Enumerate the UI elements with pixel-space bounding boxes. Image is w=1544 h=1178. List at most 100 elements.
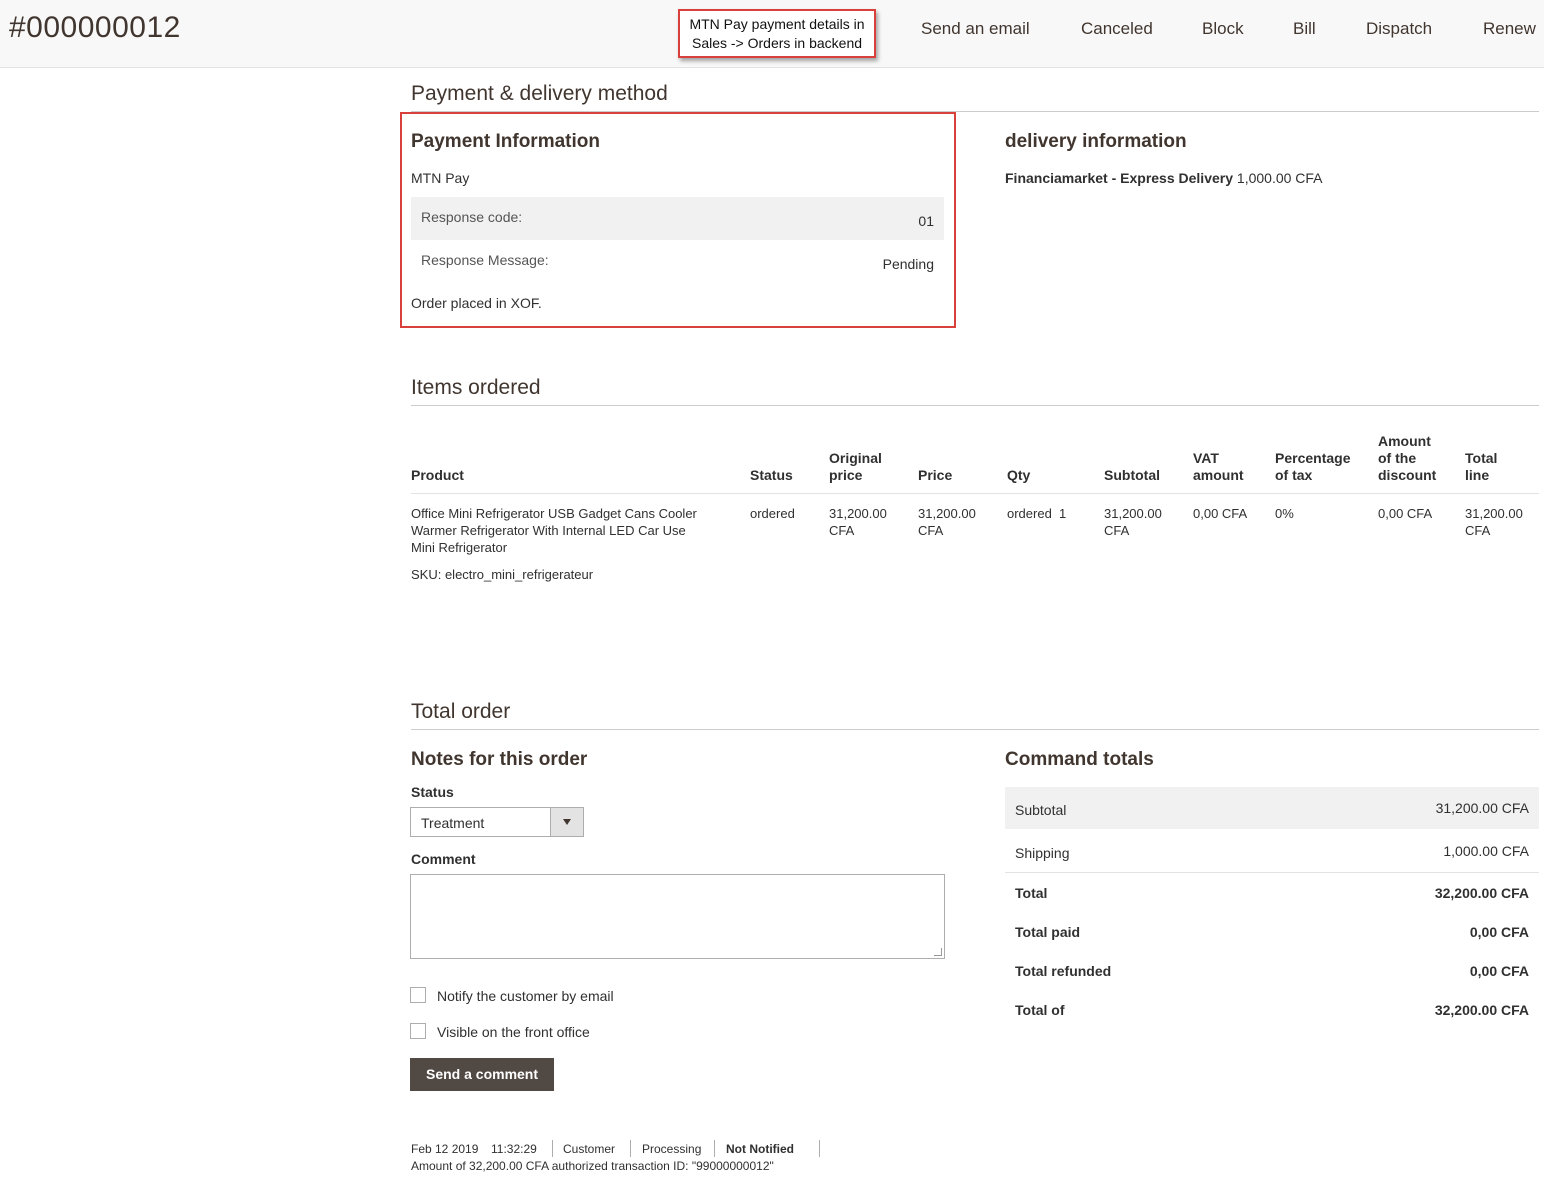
delivery-method: Financiamarket - Express Delivery <box>1005 170 1234 186</box>
totals-subtotal-row: Subtotal 31,200.00 CFA <box>1005 787 1539 829</box>
col-header-tax-pct: Percentage of tax <box>1275 450 1350 484</box>
resize-handle-icon[interactable] <box>934 948 942 956</box>
totals-total-label: Total <box>1015 885 1048 901</box>
col-header-discount-line3: discount <box>1378 467 1437 483</box>
item-total-currency: CFA <box>1465 523 1491 538</box>
item-original-price-currency: CFA <box>829 523 855 538</box>
response-message-label: Response Message: <box>421 252 549 268</box>
status-select-value: Treatment <box>421 815 485 831</box>
order-id-title: #000000012 <box>9 11 181 44</box>
history-separator <box>552 1140 553 1157</box>
product-name: Office Mini Refrigerator USB Gadget Cans… <box>411 505 697 556</box>
col-header-status: Status <box>750 467 793 483</box>
bill-button[interactable]: Bill <box>1293 19 1316 39</box>
item-price-currency: CFA <box>918 523 944 538</box>
table-header-divider <box>411 493 1539 494</box>
response-code-row: Response code: 01 <box>411 197 944 240</box>
comment-textarea[interactable] <box>410 874 945 959</box>
chevron-down-icon[interactable] <box>550 808 583 836</box>
col-header-tax-pct-line1: Percentage <box>1275 450 1351 466</box>
totals-subtotal-value: 31,200.00 CFA <box>1435 800 1529 816</box>
item-total-amount: 31,200.00 <box>1465 506 1523 521</box>
item-subtotal-amount: 31,200.00 <box>1104 506 1162 521</box>
item-subtotal: 31,200.00 CFA <box>1104 505 1162 539</box>
visible-front-label[interactable]: Visible on the front office <box>437 1024 590 1040</box>
col-header-discount: Amount of the discount <box>1378 433 1436 484</box>
annotation-callout: MTN Pay payment details in Sales -> Orde… <box>678 9 876 58</box>
col-header-subtotal: Subtotal <box>1104 467 1160 483</box>
renew-button[interactable]: Renew <box>1483 19 1536 39</box>
notify-customer-label[interactable]: Notify the customer by email <box>437 988 614 1004</box>
totals-total-row: Total 32,200.00 CFA <box>1005 876 1539 912</box>
total-order-section-title: Total order <box>411 700 511 723</box>
col-header-total-line2: line <box>1465 467 1490 483</box>
callout-line-1: MTN Pay payment details in <box>689 16 865 32</box>
cancel-button[interactable]: Canceled <box>1081 19 1153 39</box>
col-header-vat-line2: amount <box>1193 467 1244 483</box>
totals-paid-value: 0,00 CFA <box>1469 924 1529 940</box>
history-message: Amount of 32,200.00 CFA authorized trans… <box>411 1159 774 1173</box>
response-code-value: 01 <box>918 213 934 229</box>
history-separator <box>819 1140 820 1157</box>
item-vat: 0,00 CFA <box>1193 506 1248 521</box>
command-totals-title: Command totals <box>1005 749 1154 770</box>
payment-method: MTN Pay <box>411 170 470 186</box>
send-comment-button[interactable]: Send a comment <box>410 1058 554 1091</box>
currency-note: Order placed in XOF. <box>411 295 542 311</box>
item-subtotal-currency: CFA <box>1104 523 1130 538</box>
totals-due-value: 32,200.00 CFA <box>1434 1002 1529 1018</box>
status-select[interactable]: Treatment <box>410 807 584 837</box>
product-name-line3: Mini Refrigerator <box>411 540 508 555</box>
history-time: 11:32:29 <box>491 1142 537 1156</box>
item-price: 31,200.00 CFA <box>918 505 976 539</box>
history-notified: Not Notified <box>726 1142 794 1156</box>
totals-refunded-row: Total refunded 0,00 CFA <box>1005 954 1539 990</box>
col-header-vat: VAT amount <box>1193 450 1244 484</box>
totals-total-value: 32,200.00 CFA <box>1434 885 1529 901</box>
product-name-line2: Warmer Refrigerator With Internal LED Ca… <box>411 523 686 538</box>
totals-divider <box>1005 872 1539 873</box>
totals-shipping-value: 1,000.00 CFA <box>1443 843 1529 859</box>
response-message-row: Response Message: Pending <box>411 240 944 283</box>
col-header-original-price-line1: Original <box>829 450 882 466</box>
section-divider <box>411 405 1539 406</box>
section-divider <box>411 729 1539 730</box>
product-name-line1: Office Mini Refrigerator USB Gadget Cans… <box>411 506 697 521</box>
payment-info-title: Payment Information <box>411 131 600 152</box>
item-original-price: 31,200.00 CFA <box>829 505 887 539</box>
page-header: #000000012 MTN Pay payment details in Sa… <box>0 0 1544 68</box>
send-email-button[interactable]: Send an email <box>921 19 1030 39</box>
history-author: Customer <box>563 1142 616 1156</box>
totals-shipping-row: Shipping 1,000.00 CFA <box>1005 830 1539 872</box>
totals-paid-row: Total paid 0,00 CFA <box>1005 915 1539 951</box>
delivery-method-line: Financiamarket - Express Delivery 1,000.… <box>1005 170 1323 186</box>
notes-title: Notes for this order <box>411 749 588 770</box>
col-header-qty: Qty <box>1007 467 1031 483</box>
response-code-label: Response code: <box>421 209 523 225</box>
notify-customer-checkbox[interactable] <box>410 987 426 1003</box>
col-header-vat-line1: VAT <box>1193 450 1219 466</box>
totals-paid-label: Total paid <box>1015 924 1081 940</box>
col-header-total-line1: Total <box>1465 450 1498 466</box>
item-original-price-amount: 31,200.00 <box>829 506 887 521</box>
visible-front-checkbox[interactable] <box>410 1023 426 1039</box>
totals-subtotal-label: Subtotal <box>1015 802 1067 818</box>
items-section-title: Items ordered <box>411 376 541 399</box>
comment-label: Comment <box>411 851 476 867</box>
col-header-tax-pct-line2: of tax <box>1275 467 1313 483</box>
product-sku: SKU: electro_mini_refrigerateur <box>411 567 594 582</box>
totals-due-row: Total of 32,200.00 CFA <box>1005 993 1539 1029</box>
status-label: Status <box>411 784 454 800</box>
totals-refunded-label: Total refunded <box>1015 963 1112 979</box>
delivery-amount: 1,000.00 CFA <box>1236 170 1323 186</box>
col-header-discount-line1: Amount <box>1378 433 1431 449</box>
block-button[interactable]: Block <box>1202 19 1244 39</box>
totals-shipping-label: Shipping <box>1015 845 1070 861</box>
item-qty: ordered 1 <box>1007 506 1067 521</box>
totals-refunded-value: 0,00 CFA <box>1469 963 1529 979</box>
dispatch-button[interactable]: Dispatch <box>1366 19 1432 39</box>
item-price-amount: 31,200.00 <box>918 506 976 521</box>
history-status: Processing <box>642 1142 702 1156</box>
item-total: 31,200.00 CFA <box>1465 505 1523 539</box>
col-header-total: Total line <box>1465 450 1497 484</box>
